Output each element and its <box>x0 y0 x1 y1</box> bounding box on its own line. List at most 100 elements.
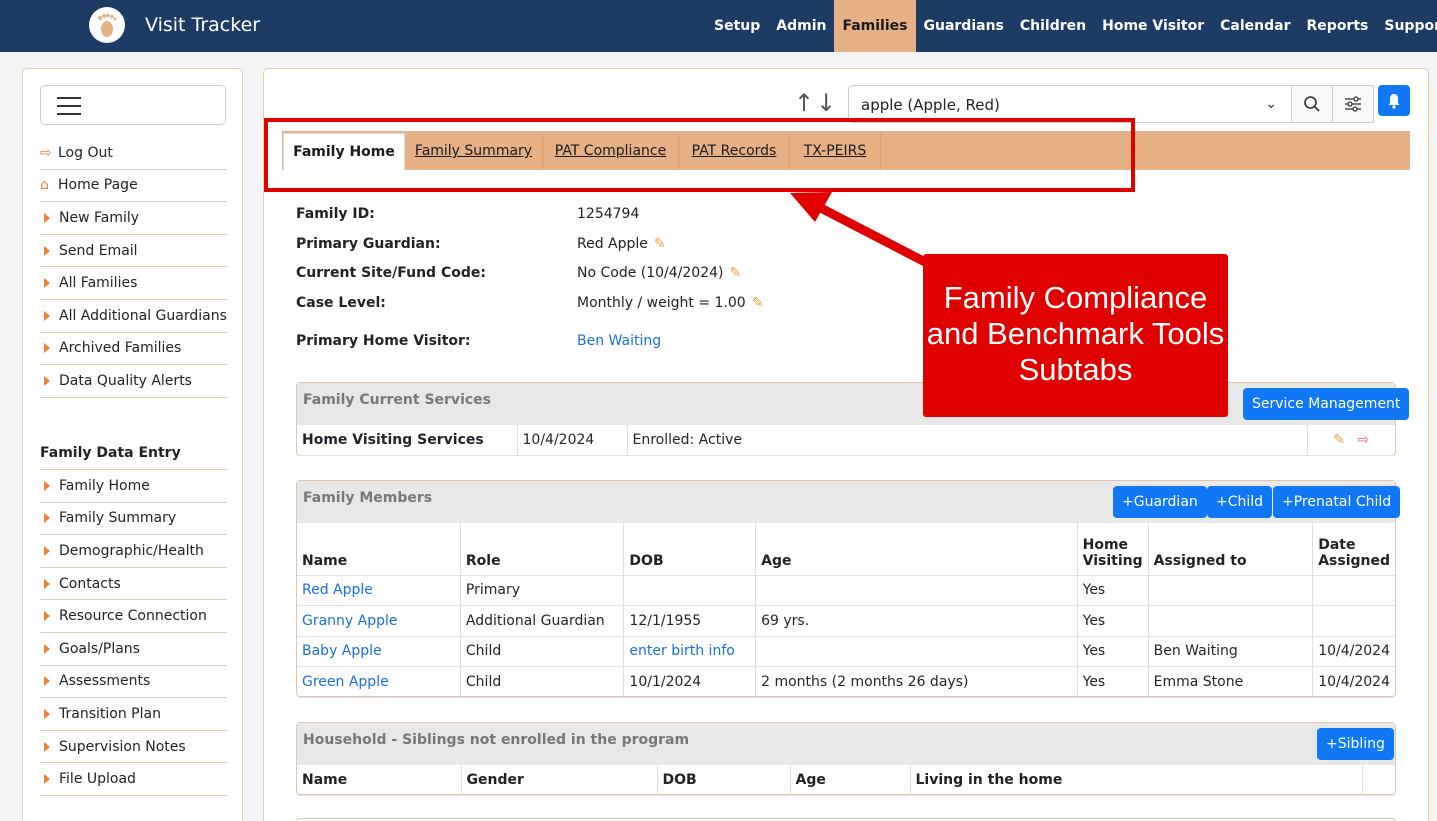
nav-setup[interactable]: Setup <box>706 0 768 52</box>
family-id-label: Family ID: <box>296 206 375 222</box>
table-cell: Yes <box>1077 605 1149 637</box>
primary-guardian-name: Red Apple <box>577 236 648 252</box>
sidebar-item-goals-plans[interactable]: Goals/Plans <box>40 633 227 666</box>
top-navbar: Visit Tracker Setup Admin Families Guardian… <box>0 0 1437 52</box>
sidebar-item-supervision-notes[interactable]: Supervision Notes <box>40 731 227 764</box>
edit-pencil-icon[interactable]: ✎ <box>752 295 764 311</box>
sidebar-item-data-quality-alerts[interactable]: Data Quality Alerts <box>40 365 227 398</box>
sidebar-item-log-out[interactable]: ⇨ Log Out <box>40 137 227 170</box>
sidebar-item-label: Resource Connection <box>59 608 207 625</box>
exit-icon[interactable]: ⇨ <box>1357 432 1369 448</box>
sidebar-item-label: All Additional Guardians <box>59 307 227 324</box>
sidebar-item-label: Data Quality Alerts <box>59 372 192 389</box>
table-cell: 10/4/2024 <box>1312 666 1395 698</box>
sidebar-item-label: Assessments <box>59 673 151 690</box>
table-row: Baby Apple Child enter birth info Yes Ben Wa… <box>297 636 1395 667</box>
service-management-button[interactable]: Service Management <box>1243 388 1410 420</box>
member-name-link[interactable]: Baby Apple <box>297 636 461 667</box>
sidebar-item-transition-plan[interactable]: Transition Plan <box>40 698 227 731</box>
household-card: Household - Siblings not enrolled in the… <box>296 722 1396 796</box>
services-table: Home Visiting Services 10/4/2024 Enrolle… <box>297 425 1395 456</box>
service-date: 10/4/2024 <box>517 425 628 456</box>
table-cell <box>623 575 757 606</box>
sidebar-item-demographic-health[interactable]: Demographic/Health <box>40 535 227 568</box>
member-name-link[interactable]: Red Apple <box>297 575 461 606</box>
home-icon: ⌂ <box>40 177 49 194</box>
sidebar-item-home-page[interactable]: ⌂ Home Page <box>40 170 227 203</box>
table-cell: Child <box>460 636 625 667</box>
table-cell: Yes <box>1077 636 1149 667</box>
add-prenatal-child-button[interactable]: +Prenatal Child <box>1273 486 1401 518</box>
table-cell: 2 months (2 months 26 days) <box>755 666 1078 698</box>
arrow-up-icon[interactable]: ↑ <box>794 89 816 117</box>
sidebar-item-send-email[interactable]: Send Email <box>40 235 227 268</box>
edit-pencil-icon[interactable]: ✎ <box>1333 432 1345 448</box>
home-visitor-label: Primary Home Visitor: <box>296 333 471 349</box>
table-cell: Child <box>460 666 625 698</box>
sidebar-item-all-additional-guardians[interactable]: All Additional Guardians <box>40 300 227 333</box>
sidebar-item-label: Log Out <box>58 144 113 161</box>
bell-icon <box>1388 93 1400 109</box>
column-header: Home Visiting <box>1077 523 1149 576</box>
column-header: Role <box>460 523 625 576</box>
sidebar-item-contacts[interactable]: Contacts <box>40 568 227 601</box>
arrow-down-icon[interactable]: ↓ <box>816 89 838 117</box>
table-cell: Additional Guardian <box>460 605 625 637</box>
enter-birth-info-link[interactable]: enter birth info <box>623 636 757 667</box>
caret-right-icon <box>44 310 50 321</box>
add-child-button[interactable]: +Child <box>1207 486 1273 518</box>
nav-calendar[interactable]: Calendar <box>1212 0 1298 52</box>
caret-right-icon <box>44 513 50 524</box>
search-button[interactable] <box>1291 85 1333 123</box>
app-title[interactable]: Visit Tracker <box>145 14 260 36</box>
table-cell <box>755 636 1078 667</box>
notifications-button[interactable] <box>1378 85 1410 116</box>
caret-right-icon <box>44 643 50 654</box>
nav-home-visitor[interactable]: Home Visitor <box>1094 0 1212 52</box>
nav-reports[interactable]: Reports <box>1299 0 1377 52</box>
family-id-value: 1254794 <box>577 206 640 222</box>
sidebar-family-menu: Family Home Family Summary Demographic/Hea… <box>40 469 227 796</box>
sidebar-item-label: Home Page <box>58 177 138 194</box>
nav-families[interactable]: Families <box>834 0 916 52</box>
sidebar-item-family-summary[interactable]: Family Summary <box>40 503 227 536</box>
table-cell: 69 yrs. <box>755 605 1078 637</box>
annotation-callout: Family Compliance and Benchmark Tools Su… <box>923 254 1228 417</box>
sidebar-item-resource-connection[interactable]: Resource Connection <box>40 600 227 633</box>
case-level-text: Monthly / weight = 1.00 <box>577 295 746 311</box>
table-cell: Primary <box>460 575 625 606</box>
sidebar-item-new-family[interactable]: New Family <box>40 202 227 235</box>
filter-settings-button[interactable] <box>1332 85 1374 123</box>
member-name-link[interactable]: Green Apple <box>297 666 461 698</box>
sidebar-item-assessments[interactable]: Assessments <box>40 666 227 699</box>
nav-admin[interactable]: Admin <box>768 0 834 52</box>
table-cell: 10/1/2024 <box>623 666 757 698</box>
caret-right-icon <box>44 245 50 256</box>
table-cell: Emma Stone <box>1148 666 1314 698</box>
sidebar-item-all-families[interactable]: All Families <box>40 267 227 300</box>
sidebar-item-family-home[interactable]: Family Home <box>40 470 227 503</box>
nav-children[interactable]: Children <box>1012 0 1094 52</box>
home-visitor-link[interactable]: Ben Waiting <box>577 333 661 349</box>
prev-next-arrows[interactable]: ↑↓ <box>794 89 838 117</box>
add-sibling-button[interactable]: +Sibling <box>1317 728 1394 760</box>
sidebar-item-label: Transition Plan <box>59 705 161 722</box>
sidebar-main-menu: ⇨ Log Out ⌂ Home Page New Family Send Email Al… <box>40 137 227 398</box>
sidebar-item-file-upload[interactable]: File Upload <box>40 763 227 796</box>
menu-toggle-button[interactable] <box>40 85 226 125</box>
caret-right-icon <box>44 278 50 289</box>
card-title: Family Members <box>303 490 433 506</box>
card-header: Family Current Services Service Manageme… <box>297 383 1410 425</box>
column-header: Name <box>297 765 462 796</box>
nav-guardians[interactable]: Guardians <box>916 0 1012 52</box>
sidebar: ⇨ Log Out ⌂ Home Page New Family Send Email Al… <box>22 68 243 821</box>
edit-pencil-icon[interactable]: ✎ <box>654 236 666 252</box>
sidebar-item-archived-families[interactable]: Archived Families <box>40 333 227 366</box>
case-level-label: Case Level: <box>296 295 386 311</box>
main-nav: Setup Admin Families Guardians Children Home … <box>706 0 1437 52</box>
nav-support[interactable]: Support <box>1376 0 1437 52</box>
footprint-logo-icon[interactable] <box>89 7 125 43</box>
edit-pencil-icon[interactable]: ✎ <box>730 265 742 281</box>
member-name-link[interactable]: Granny Apple <box>297 605 461 637</box>
add-guardian-button[interactable]: +Guardian <box>1113 486 1207 518</box>
